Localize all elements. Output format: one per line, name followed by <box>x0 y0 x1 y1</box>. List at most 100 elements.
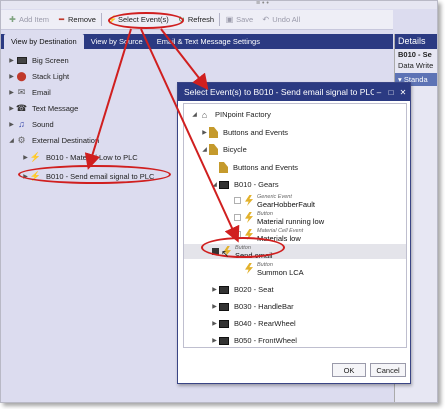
collapse-arrow-icon[interactable]: ◢ <box>200 146 209 153</box>
collapse-arrow-icon[interactable]: ◢ <box>190 111 199 118</box>
tab-email-text-settings[interactable]: Email & Text Message Settings <box>150 34 267 49</box>
title-glyphs: ≡ • • <box>256 0 269 7</box>
tree-item-label: B010 - Material Low to PLC <box>46 152 138 162</box>
add-item-button[interactable]: ✚ Add Item <box>5 12 52 27</box>
toolbar-divider <box>219 13 221 26</box>
add-item-label: Add Item <box>19 15 50 24</box>
tree-item-label: External Destination <box>32 135 100 145</box>
lightning-icon <box>245 263 253 274</box>
event-name: Send email <box>235 250 273 260</box>
tree-node-label: B030 - HandleBar <box>234 302 294 311</box>
tree-item-label: Stack Light <box>32 71 70 81</box>
event-checkbox[interactable] <box>234 231 241 238</box>
tree-node-label: B050 - FrontWheel <box>234 336 297 345</box>
refresh-label: Refresh <box>187 15 215 24</box>
expand-arrow-icon[interactable]: ▶ <box>21 173 30 180</box>
station-icon <box>219 180 229 189</box>
expand-arrow-icon[interactable]: ▶ <box>210 303 219 310</box>
title-strip: ≡ • • <box>1 1 437 9</box>
save-icon: ▣ <box>225 15 234 24</box>
toolbar-divider <box>100 13 102 26</box>
tree-item-text-message[interactable]: ▶ ☎ Text Message <box>7 100 78 116</box>
tree-item-external-destination[interactable]: ◢ ⚙ External Destination <box>7 132 99 148</box>
tree-node-label: Buttons and Events <box>223 128 289 137</box>
folder-icon <box>219 162 228 173</box>
email-icon: ✉ <box>17 86 26 97</box>
station-icon <box>219 336 229 345</box>
tree-node-gears[interactable]: ◢ B010 - Gears <box>210 177 279 192</box>
ok-button[interactable]: OK <box>332 363 366 377</box>
collapse-arrow-icon[interactable]: ◢ <box>7 137 16 144</box>
tree-item-sound[interactable]: ▶ ♫ Sound <box>7 116 54 132</box>
tree-node-root[interactable]: ◢ ⌂ PINpoint Factory <box>190 107 271 122</box>
tree-item-email[interactable]: ▶ ✉ Email <box>7 84 51 100</box>
remove-button[interactable]: ━ Remove <box>54 12 99 27</box>
add-icon: ✚ <box>9 15 16 24</box>
tab-view-by-destination[interactable]: View by Destination <box>4 34 84 49</box>
tree-node-buttons-events[interactable]: ▶ Buttons and Events <box>200 125 288 140</box>
tree-item-label: Big Screen <box>32 55 69 65</box>
stack-light-icon: ⬤ <box>16 70 27 81</box>
app-window: ≡ • • ✚ Add Item ━ Remove ⚡ Select Event… <box>0 0 438 403</box>
dialog-title: Select Event(s) to B010 - Send email sig… <box>184 87 374 97</box>
expand-arrow-icon[interactable]: ▶ <box>210 337 219 344</box>
view-tabs: View by Destination View by Source Email… <box>1 34 393 49</box>
tree-item-stack-light[interactable]: ▶ ⬤ Stack Light <box>7 68 69 84</box>
event-name: Materials low <box>257 233 301 243</box>
select-events-button[interactable]: ⚡ Select Event(s) <box>104 12 172 27</box>
close-icon[interactable]: ✕ <box>398 88 408 97</box>
tree-node-station-b040[interactable]: ▶ B040 - RearWheel <box>210 316 296 331</box>
undo-all-button[interactable]: ↶ Undo All <box>258 12 303 27</box>
expand-arrow-icon[interactable]: ▶ <box>200 129 209 136</box>
tree-item-material-low[interactable]: ▶ ⚡ B010 - Material Low to PLC <box>21 149 138 165</box>
maximize-icon[interactable]: □ <box>386 88 396 97</box>
collapse-arrow-icon[interactable]: ◢ <box>210 181 219 188</box>
select-events-label: Select Event(s) <box>117 15 169 24</box>
expand-arrow-icon[interactable]: ▶ <box>7 105 16 112</box>
event-item-summon-lca[interactable]: Button Summon LCA <box>234 261 304 276</box>
event-item-material-running-low[interactable]: Button Material running low <box>234 210 324 225</box>
event-item-gearhobberfault[interactable]: Generic Event GearHobberFault <box>234 193 315 208</box>
tree-node-label: Buttons and Events <box>233 163 299 172</box>
expand-arrow-icon[interactable]: ▶ <box>21 154 30 161</box>
tree-item-label: Email <box>32 87 51 97</box>
destination-tree: ▶ Big Screen ▶ ⬤ Stack Light ▶ ✉ Email ▶… <box>1 49 177 402</box>
cancel-button[interactable]: Cancel <box>370 363 406 377</box>
lightning-icon <box>245 212 253 223</box>
expand-arrow-icon[interactable]: ▶ <box>210 320 219 327</box>
minimize-icon[interactable]: – <box>374 88 384 97</box>
tree-item-send-email-signal[interactable]: ▶ ⚡ B010 - Send email signal to PLC <box>21 168 154 184</box>
folder-icon <box>209 127 218 138</box>
expand-arrow-icon[interactable]: ▶ <box>7 57 16 64</box>
event-item-send-email[interactable]: Button Send email <box>184 244 406 259</box>
tree-node-station-b030[interactable]: ▶ B030 - HandleBar <box>210 299 294 314</box>
tree-node-station-b020[interactable]: ▶ B020 - Seat <box>210 282 274 297</box>
tab-view-by-source[interactable]: View by Source <box>84 34 150 49</box>
tree-node-label: B010 - Gears <box>234 180 279 189</box>
tree-item-big-screen[interactable]: ▶ Big Screen <box>7 52 69 68</box>
save-button[interactable]: ▣ Save <box>222 12 256 27</box>
expand-arrow-icon[interactable]: ▶ <box>7 121 16 128</box>
tree-item-label: B010 - Send email signal to PLC <box>46 171 155 181</box>
event-item-materials-low[interactable]: Material Cell Event Materials low <box>234 227 303 242</box>
expand-arrow-icon[interactable]: ▶ <box>210 286 219 293</box>
expand-arrow-icon[interactable]: ▶ <box>7 89 16 96</box>
tree-node-buttons-events-sub[interactable]: Buttons and Events <box>210 160 298 175</box>
tree-node-label: B020 - Seat <box>234 285 274 294</box>
lightning-icon <box>245 229 253 240</box>
station-icon <box>219 302 229 311</box>
event-icon: ⚡ <box>29 151 42 162</box>
plug-icon: ⚙ <box>17 134 26 145</box>
details-name: B010 - Se <box>398 50 432 59</box>
event-checkbox[interactable] <box>234 197 241 204</box>
refresh-button[interactable]: ↻ Refresh <box>174 12 217 27</box>
speaker-icon: ♫ <box>18 119 25 129</box>
tree-node-station-b050[interactable]: ▶ B050 - FrontWheel <box>210 333 297 347</box>
event-checkbox-checked[interactable] <box>212 248 219 255</box>
tree-node-label: Bicycle <box>223 145 247 154</box>
expand-arrow-icon[interactable]: ▶ <box>7 73 16 80</box>
event-checkbox[interactable] <box>234 214 241 221</box>
undo-all-label: Undo All <box>272 15 301 24</box>
tree-node-bicycle[interactable]: ◢ Bicycle <box>200 142 247 157</box>
event-tree: ◢ ⌂ PINpoint Factory ▶ Buttons and Event… <box>183 103 407 348</box>
